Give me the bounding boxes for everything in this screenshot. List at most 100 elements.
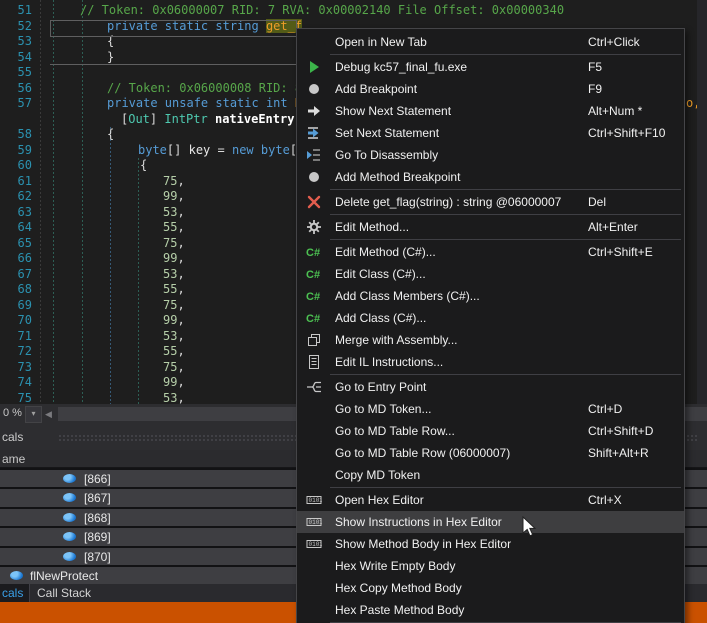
menu-item-edit-class-c[interactable]: C#Edit Class (C#)... bbox=[297, 263, 684, 285]
code-token: 53 bbox=[163, 205, 177, 219]
menu-item-add-method-breakpoint[interactable]: Add Method Breakpoint bbox=[297, 166, 684, 188]
code-token: Out bbox=[128, 112, 150, 126]
menu-item-delete-get-flag-string-string-06000007[interactable]: Delete get_flag(string) : string @060000… bbox=[297, 191, 684, 213]
empty-icon bbox=[306, 558, 322, 574]
line-number: 62 bbox=[0, 189, 32, 205]
line-number: 64 bbox=[0, 220, 32, 236]
menu-item-go-to-md-token[interactable]: Go to MD Token...Ctrl+D bbox=[297, 398, 684, 420]
code-token: 75 bbox=[163, 298, 177, 312]
tab-call-stack[interactable]: Call Stack bbox=[25, 584, 103, 602]
empty-icon bbox=[306, 34, 322, 50]
line-number: 51 bbox=[0, 3, 32, 19]
breakpoint-icon bbox=[306, 81, 322, 97]
menu-item-label: Edit Class (C#)... bbox=[335, 267, 426, 281]
code-token: , bbox=[177, 375, 184, 389]
menu-item-shortcut: F5 bbox=[588, 60, 602, 74]
line-number: 70 bbox=[0, 313, 32, 329]
svg-text:0101: 0101 bbox=[309, 541, 323, 548]
doc-il-icon bbox=[306, 354, 322, 370]
code-token: 55 bbox=[163, 220, 177, 234]
empty-icon bbox=[306, 401, 322, 417]
code-token: , bbox=[177, 267, 184, 281]
gear-icon bbox=[306, 219, 322, 235]
menu-item-hex-write-empty-body[interactable]: Hex Write Empty Body bbox=[297, 555, 684, 577]
menu-item-open-hex-editor[interactable]: 0101Open Hex EditorCtrl+X bbox=[297, 489, 684, 511]
menu-item-copy-md-token[interactable]: Copy MD Token bbox=[297, 464, 684, 486]
code-token: // Token: 0x06000008 RID: 8 bbox=[107, 81, 302, 95]
menu-item-label: Hex Write Empty Body bbox=[335, 559, 455, 573]
menu-item-label: Copy MD Token bbox=[335, 468, 420, 482]
code-token: , bbox=[177, 236, 184, 250]
menu-item-go-to-entry-point[interactable]: Go to Entry Point bbox=[297, 376, 684, 398]
menu-item-edit-method[interactable]: Edit Method...Alt+Enter bbox=[297, 216, 684, 238]
merge-icon bbox=[306, 332, 322, 348]
editor-vertical-scrollbar[interactable] bbox=[697, 0, 707, 404]
field-icon bbox=[63, 532, 76, 541]
line-number: 66 bbox=[0, 251, 32, 267]
entry-point-icon bbox=[306, 379, 322, 395]
menu-item-open-in-new-tab[interactable]: Open in New TabCtrl+Click bbox=[297, 31, 684, 53]
menu-item-merge-with-assembly[interactable]: Merge with Assembly... bbox=[297, 329, 684, 351]
menu-item-go-to-md-table-row[interactable]: Go to MD Table Row... Ctrl+Shift+D bbox=[297, 420, 684, 442]
code-token: , bbox=[177, 298, 184, 312]
menu-item-go-to-md-table-row-06000007[interactable]: Go to MD Table Row (06000007)Shift+Alt+R bbox=[297, 442, 684, 464]
menu-item-label: Go to MD Table Row... bbox=[335, 424, 455, 438]
code-token: IntPtr bbox=[164, 112, 207, 126]
menu-item-shortcut: Shift+Alt+R bbox=[588, 446, 649, 460]
menu-item-label: Edit IL Instructions... bbox=[335, 355, 443, 369]
menu-item-label: Go to MD Token... bbox=[335, 402, 432, 416]
menu-item-label: Merge with Assembly... bbox=[335, 333, 457, 347]
menu-item-shortcut: Ctrl+Shift+D bbox=[588, 424, 653, 438]
locals-row-label: [868] bbox=[84, 511, 111, 525]
line-number: 57 bbox=[0, 96, 32, 112]
menu-item-label: Debug kc57_final_fu.exe bbox=[335, 60, 467, 74]
menu-item-label: Hex Copy Method Body bbox=[335, 581, 462, 595]
svg-text:C#: C# bbox=[306, 291, 320, 303]
menu-item-show-next-statement[interactable]: Show Next StatementAlt+Num * bbox=[297, 100, 684, 122]
menu-item-add-class-c[interactable]: C#Add Class (C#)... bbox=[297, 307, 684, 329]
csharp-icon: C# bbox=[306, 244, 322, 260]
menu-item-hex-copy-method-body[interactable]: Hex Copy Method Body bbox=[297, 577, 684, 599]
code-token: 53 bbox=[163, 391, 177, 405]
menu-item-shortcut: Alt+Num * bbox=[588, 104, 642, 118]
arrow-right-icon bbox=[306, 103, 322, 119]
code-line[interactable]: 51// Token: 0x06000007 RID: 7 RVA: 0x000… bbox=[0, 3, 707, 19]
line-number: 53 bbox=[0, 34, 32, 50]
method-separator-line bbox=[50, 64, 296, 65]
code-token bbox=[254, 143, 261, 157]
line-number: 74 bbox=[0, 375, 32, 391]
csharp-icon: C# bbox=[306, 288, 322, 304]
hex-icon: 0101 bbox=[306, 492, 322, 508]
code-token: 75 bbox=[163, 174, 177, 188]
code-token: 55 bbox=[163, 344, 177, 358]
zoom-dropdown-button[interactable]: ▾ bbox=[25, 406, 42, 423]
line-number: 65 bbox=[0, 236, 32, 252]
menu-item-label: Go to Entry Point bbox=[335, 380, 426, 394]
line-number: 63 bbox=[0, 205, 32, 221]
menu-item-set-next-statement[interactable]: Set Next StatementCtrl+Shift+F10 bbox=[297, 122, 684, 144]
play-icon bbox=[306, 59, 322, 75]
code-token: 99 bbox=[163, 251, 177, 265]
scroll-left-arrow-icon[interactable]: ◀ bbox=[45, 409, 52, 420]
menu-item-add-class-members-c[interactable]: C#Add Class Members (C#)... bbox=[297, 285, 684, 307]
menu-item-add-breakpoint[interactable]: Add BreakpointF9 bbox=[297, 78, 684, 100]
menu-item-hex-paste-method-body[interactable]: Hex Paste Method Body bbox=[297, 599, 684, 621]
context-menu: Open in New TabCtrl+Click Debug kc57_fina… bbox=[296, 28, 685, 623]
menu-item-edit-il-instructions[interactable]: Edit IL Instructions... bbox=[297, 351, 684, 373]
menu-item-show-method-body-in-hex-editor[interactable]: 0101 Show Method Body in Hex Editor bbox=[297, 533, 684, 555]
menu-item-go-to-disassembly[interactable]: Go To Disassembly bbox=[297, 144, 684, 166]
code-token: key bbox=[189, 143, 211, 157]
line-number: 72 bbox=[0, 344, 32, 360]
menu-item-edit-method-c[interactable]: C#Edit Method (C#)...Ctrl+Shift+E bbox=[297, 241, 684, 263]
menu-item-show-instructions-in-hex-editor[interactable]: 0101Show Instructions in Hex Editor bbox=[297, 511, 684, 533]
menu-item-debug-kc57-final-fu-exe[interactable]: Debug kc57_final_fu.exe F5 bbox=[297, 56, 684, 78]
menu-item-label: Add Method Breakpoint bbox=[335, 170, 460, 184]
dnspy-window: 5051// Token: 0x06000007 RID: 7 RVA: 0x0… bbox=[0, 0, 707, 623]
code-token: 75 bbox=[163, 236, 177, 250]
code-token: nativeEntry bbox=[215, 112, 294, 126]
code-token: , bbox=[177, 189, 184, 203]
menu-item-shortcut: Ctrl+X bbox=[588, 493, 622, 507]
code-token: = bbox=[210, 143, 232, 157]
menu-item-label: Show Method Body in Hex Editor bbox=[335, 537, 511, 551]
menu-separator bbox=[330, 487, 681, 488]
